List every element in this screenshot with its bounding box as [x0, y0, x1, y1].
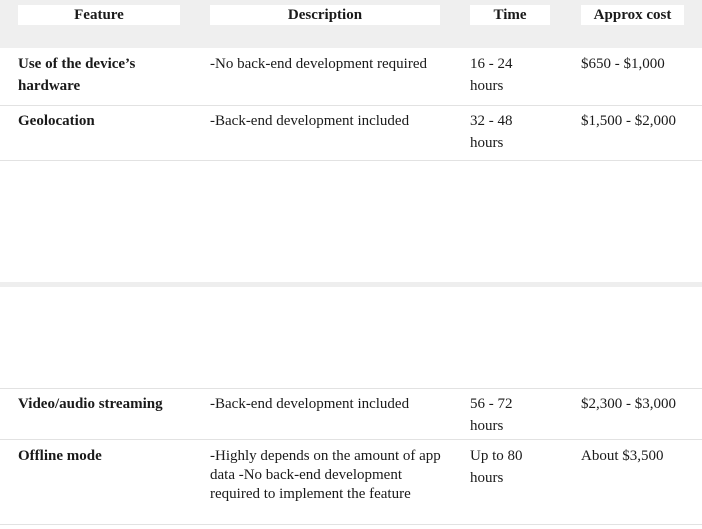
header-time: Time	[470, 5, 550, 25]
row-1-feature: Use of the device’s hardware	[18, 56, 136, 94]
row-divider	[0, 439, 702, 440]
section-divider	[0, 282, 702, 287]
row-4-description: -Highly depends on the amount of app dat…	[210, 448, 441, 502]
row-divider	[0, 524, 702, 525]
row-1-time: 16 - 24 hours	[470, 56, 513, 94]
row-divider	[0, 388, 702, 389]
header-cost: Approx cost	[581, 5, 684, 25]
row-4-feature: Offline mode	[18, 448, 102, 464]
row-2-feature: Geolocation	[18, 113, 95, 129]
row-4-cost: About $3,500	[581, 448, 664, 464]
row-2-time: 32 - 48 hours	[470, 113, 513, 151]
row-3-cost: $2,300 - $3,000	[581, 396, 676, 412]
row-2-description: -Back-end development included	[210, 113, 410, 129]
header-description: Description	[210, 5, 440, 25]
row-3-time: 56 - 72 hours	[470, 396, 513, 434]
row-3-feature: Video/audio streaming	[18, 396, 163, 412]
row-divider	[0, 160, 702, 161]
row-4-time: Up to 80 hours	[470, 448, 523, 486]
row-1-description: -No back-end development required	[210, 56, 427, 72]
header-feature: Feature	[18, 5, 180, 25]
row-divider	[0, 105, 702, 106]
row-1-cost: $650 - $1,000	[581, 56, 665, 72]
row-3-description: -Back-end development included	[210, 396, 410, 412]
row-2-cost: $1,500 - $2,000	[581, 113, 676, 129]
